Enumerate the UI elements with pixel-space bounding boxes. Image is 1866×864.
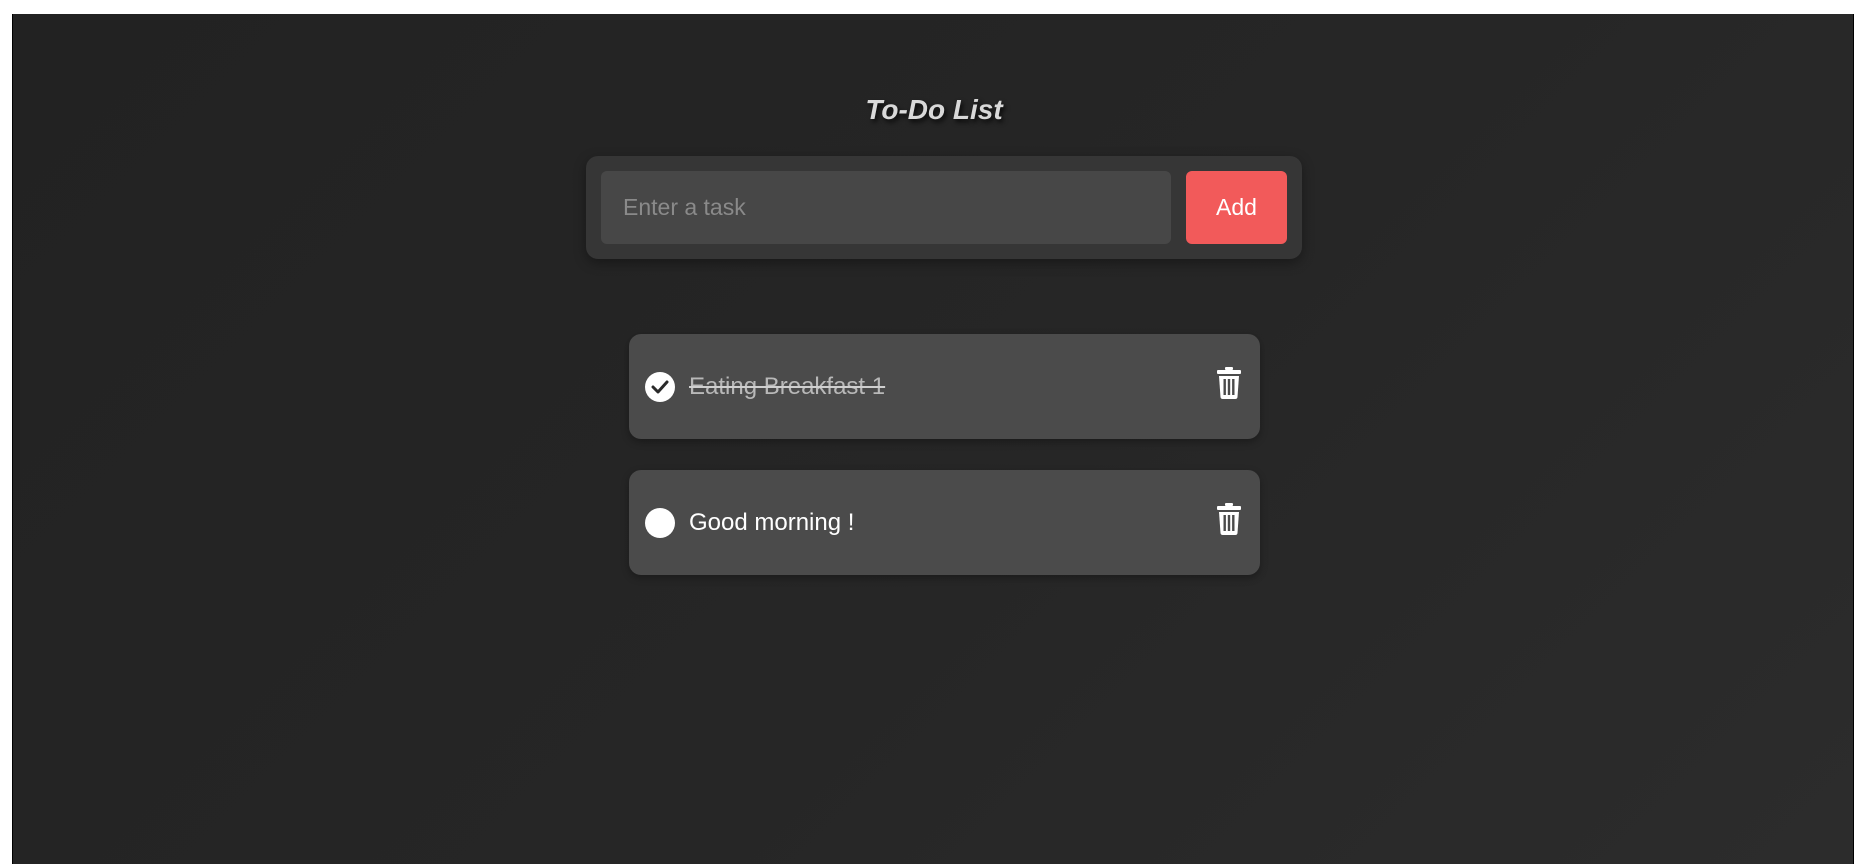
circle-icon[interactable] [645,508,675,538]
trash-icon[interactable] [1215,366,1243,400]
trash-icon[interactable] [1215,502,1243,536]
task-list: Eating Breakfast 1 Good morning ! [629,334,1260,606]
task-input-panel: Add [586,156,1302,259]
task-item: Good morning ! [629,470,1260,575]
task-text: Eating Breakfast 1 [689,373,886,400]
task-text: Good morning ! [689,509,855,536]
task-item: Eating Breakfast 1 [629,334,1260,439]
window-frame: To-Do List Add Eating Breakfast 1 [0,0,1866,864]
task-input[interactable] [601,171,1171,244]
add-button[interactable]: Add [1186,171,1287,244]
todo-app: To-Do List Add Eating Breakfast 1 [12,14,1854,864]
page-title: To-Do List [865,94,1003,125]
check-icon[interactable] [645,372,675,402]
